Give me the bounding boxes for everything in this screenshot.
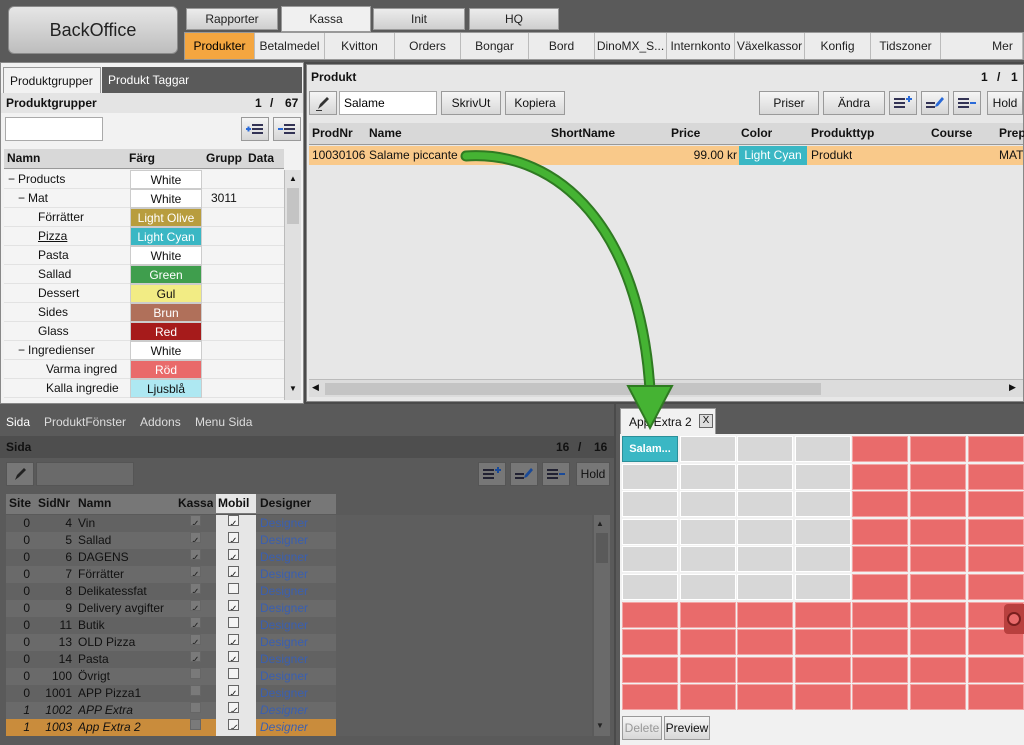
arrow-head-icon [626,385,674,431]
drag-arrow-overlay [460,150,674,431]
drag-arrow-icon [462,152,654,394]
